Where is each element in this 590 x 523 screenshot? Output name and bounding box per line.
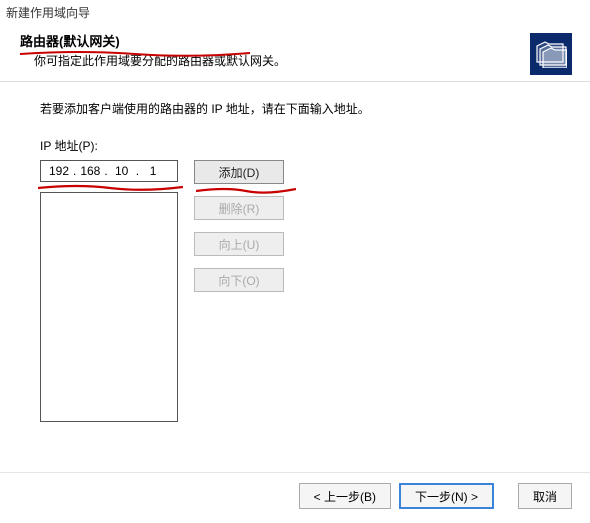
header-description: 你可指定此作用域要分配的路由器或默认网关。 <box>20 52 570 69</box>
ip-octet-4[interactable] <box>139 164 167 178</box>
up-button: 向上(U) <box>194 232 284 256</box>
wizard-header: 路由器(默认网关) 你可指定此作用域要分配的路由器或默认网关。 <box>0 25 590 82</box>
ip-address-input[interactable]: . . . <box>40 160 178 182</box>
ip-listbox[interactable] <box>40 192 178 422</box>
ip-address-label: IP 地址(P): <box>40 137 550 154</box>
instruction-text: 若要添加客户端使用的路由器的 IP 地址，请在下面输入地址。 <box>40 100 550 117</box>
wizard-footer: < 上一步(B) 下一步(N) > 取消 <box>0 472 590 523</box>
add-button[interactable]: 添加(D) <box>194 160 284 184</box>
down-button: 向下(O) <box>194 268 284 292</box>
ip-octet-3[interactable] <box>108 164 136 178</box>
remove-button: 删除(R) <box>194 196 284 220</box>
ip-octet-2[interactable] <box>76 164 104 178</box>
wizard-folder-icon <box>530 33 572 75</box>
window-title: 新建作用域向导 <box>0 0 590 25</box>
back-button[interactable]: < 上一步(B) <box>299 483 391 509</box>
next-button[interactable]: 下一步(N) > <box>399 483 494 509</box>
header-title: 路由器(默认网关) <box>20 31 570 50</box>
ip-octet-1[interactable] <box>45 164 73 178</box>
cancel-button[interactable]: 取消 <box>518 483 572 509</box>
content-area: 若要添加客户端使用的路由器的 IP 地址，请在下面输入地址。 IP 地址(P):… <box>0 82 590 432</box>
